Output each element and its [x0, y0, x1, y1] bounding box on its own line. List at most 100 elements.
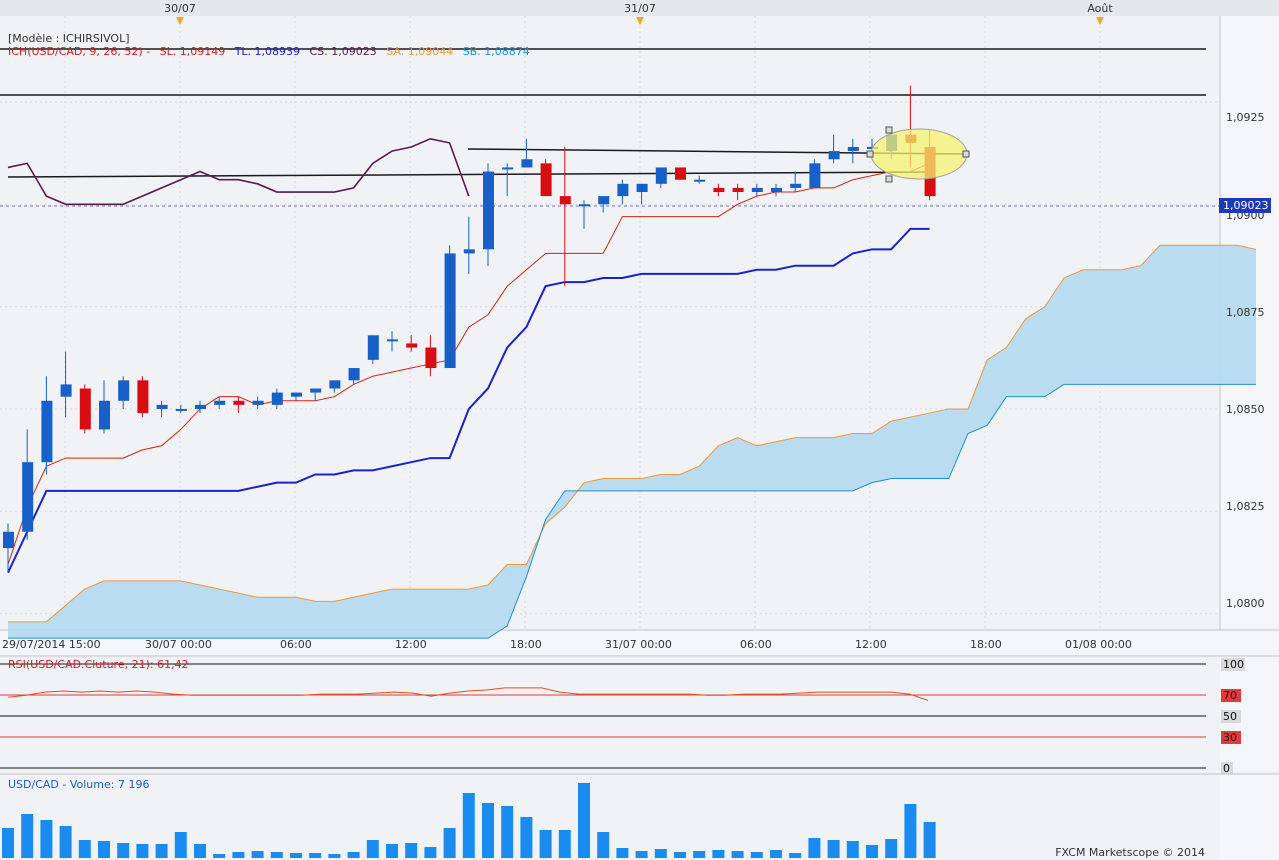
price-tick: 1,0925	[1226, 111, 1265, 124]
candle-body	[732, 187, 744, 193]
volume-bar	[597, 832, 610, 858]
candle-body	[483, 171, 494, 250]
rsi-level-label: 100	[1223, 658, 1244, 671]
volume-bar	[117, 843, 130, 858]
candle-body	[367, 335, 379, 360]
candle-body	[559, 196, 571, 205]
candle-body	[99, 400, 110, 430]
volume-bar	[328, 854, 341, 858]
rsi-panel-bg	[0, 656, 1220, 772]
price-tick: 1,0825	[1226, 500, 1265, 513]
model-label: [Modèle : ICHIRSIVOL]	[8, 32, 130, 45]
time-tick: 01/08 00:00	[1065, 638, 1132, 651]
volume-bar	[501, 806, 514, 858]
candle-body	[79, 388, 91, 430]
price-tick: 1,0800	[1226, 597, 1265, 610]
candle-body	[617, 183, 629, 197]
volume-bar	[59, 826, 72, 858]
rsi-label: RSI(USD/CAD.Cluture, 21): 61,42	[8, 658, 189, 671]
volume-bar	[923, 822, 936, 858]
volume-bar	[750, 852, 763, 858]
copyright: FXCM Marketscope © 2014	[1055, 846, 1205, 859]
candle-body	[195, 404, 206, 409]
candle-body	[771, 187, 782, 193]
candle-body	[3, 531, 14, 549]
volume-bar	[40, 820, 53, 858]
candle-body	[751, 187, 763, 193]
top-date-label: 31/07	[624, 2, 656, 15]
candle-body	[790, 183, 802, 188]
ellipse-handle-left[interactable]	[866, 150, 874, 158]
volume-axis-bg	[1220, 775, 1279, 860]
volume-bar	[2, 828, 14, 858]
volume-bar	[693, 851, 706, 858]
rsi-level-label: 50	[1223, 710, 1237, 723]
time-tick: 06:00	[740, 638, 772, 651]
cs-label: CS. 1,09023	[310, 45, 377, 58]
time-tick: 30/07 00:00	[145, 638, 212, 651]
volume-bar	[462, 793, 475, 858]
candle-body	[22, 462, 34, 532]
volume-bar	[520, 817, 533, 858]
time-tick: 06:00	[280, 638, 312, 651]
candle-body	[809, 163, 821, 188]
tl-label: TL. 1,08939	[234, 45, 300, 58]
volume-bar	[731, 851, 744, 858]
volume-bar	[770, 850, 782, 858]
time-tick: 18:00	[970, 638, 1002, 651]
candle-body	[175, 408, 187, 411]
volume-bar	[366, 840, 379, 858]
time-tick: 12:00	[855, 638, 887, 651]
ellipse-handle-top[interactable]	[885, 126, 893, 134]
sb-label: SB. 1,08874	[463, 45, 530, 58]
volume-bar	[866, 845, 878, 858]
candle-body	[252, 400, 264, 405]
candle-body	[540, 163, 552, 197]
ich-label: ICH(USD/CAD, 9, 26, 52) -	[8, 45, 150, 58]
ellipse-handle-right[interactable]	[962, 150, 970, 158]
candle-body	[636, 183, 648, 193]
candle-body	[310, 388, 322, 393]
volume-bar	[712, 850, 725, 858]
candle-body	[137, 380, 149, 414]
rsi-panel: RSI(USD/CAD.Cluture, 21): 61,42 100 70 5…	[0, 656, 1279, 775]
candle-body	[406, 343, 418, 348]
volume-bar	[405, 843, 418, 858]
candle-body	[521, 159, 533, 168]
sa-label: SA. 1,09044	[386, 45, 453, 58]
candle-body	[214, 400, 226, 405]
candle-body	[675, 167, 686, 180]
volume-bar	[443, 828, 456, 858]
volume-bar	[904, 804, 917, 858]
time-tick: 29/07/2014 15:00	[2, 638, 101, 651]
volume-label: USD/CAD - Volume: 7 196	[8, 778, 149, 791]
candle-body	[444, 253, 456, 369]
volume-bar	[290, 853, 302, 858]
candle-body	[713, 187, 725, 193]
rsi-level-label: 30	[1223, 731, 1237, 744]
price-tick: 1,0875	[1226, 306, 1265, 319]
rsi-level-label: 70	[1223, 689, 1237, 702]
volume-bar	[136, 844, 149, 858]
candle-body	[655, 167, 667, 184]
volume-bar	[674, 852, 686, 858]
volume-bar	[482, 803, 494, 858]
highlight-ellipse[interactable]	[870, 128, 968, 180]
time-tick: 18:00	[510, 638, 542, 651]
candle-body	[847, 146, 859, 152]
candle-body	[579, 204, 590, 207]
time-tick: 31/07 00:00	[605, 638, 672, 651]
candle-body	[694, 179, 706, 182]
top-date-label: Août	[1087, 2, 1113, 15]
volume-bar	[578, 783, 590, 858]
volume-bar	[270, 852, 283, 858]
volume-bar	[616, 848, 629, 858]
volume-bar	[232, 852, 245, 858]
top-date-label: 30/07	[164, 2, 196, 15]
ellipse-handle-bottom[interactable]	[885, 175, 893, 183]
candle-body	[233, 400, 245, 405]
candle-body	[118, 380, 130, 401]
candle-body	[463, 249, 475, 254]
volume-bar	[885, 839, 898, 858]
candle-body	[291, 392, 302, 397]
